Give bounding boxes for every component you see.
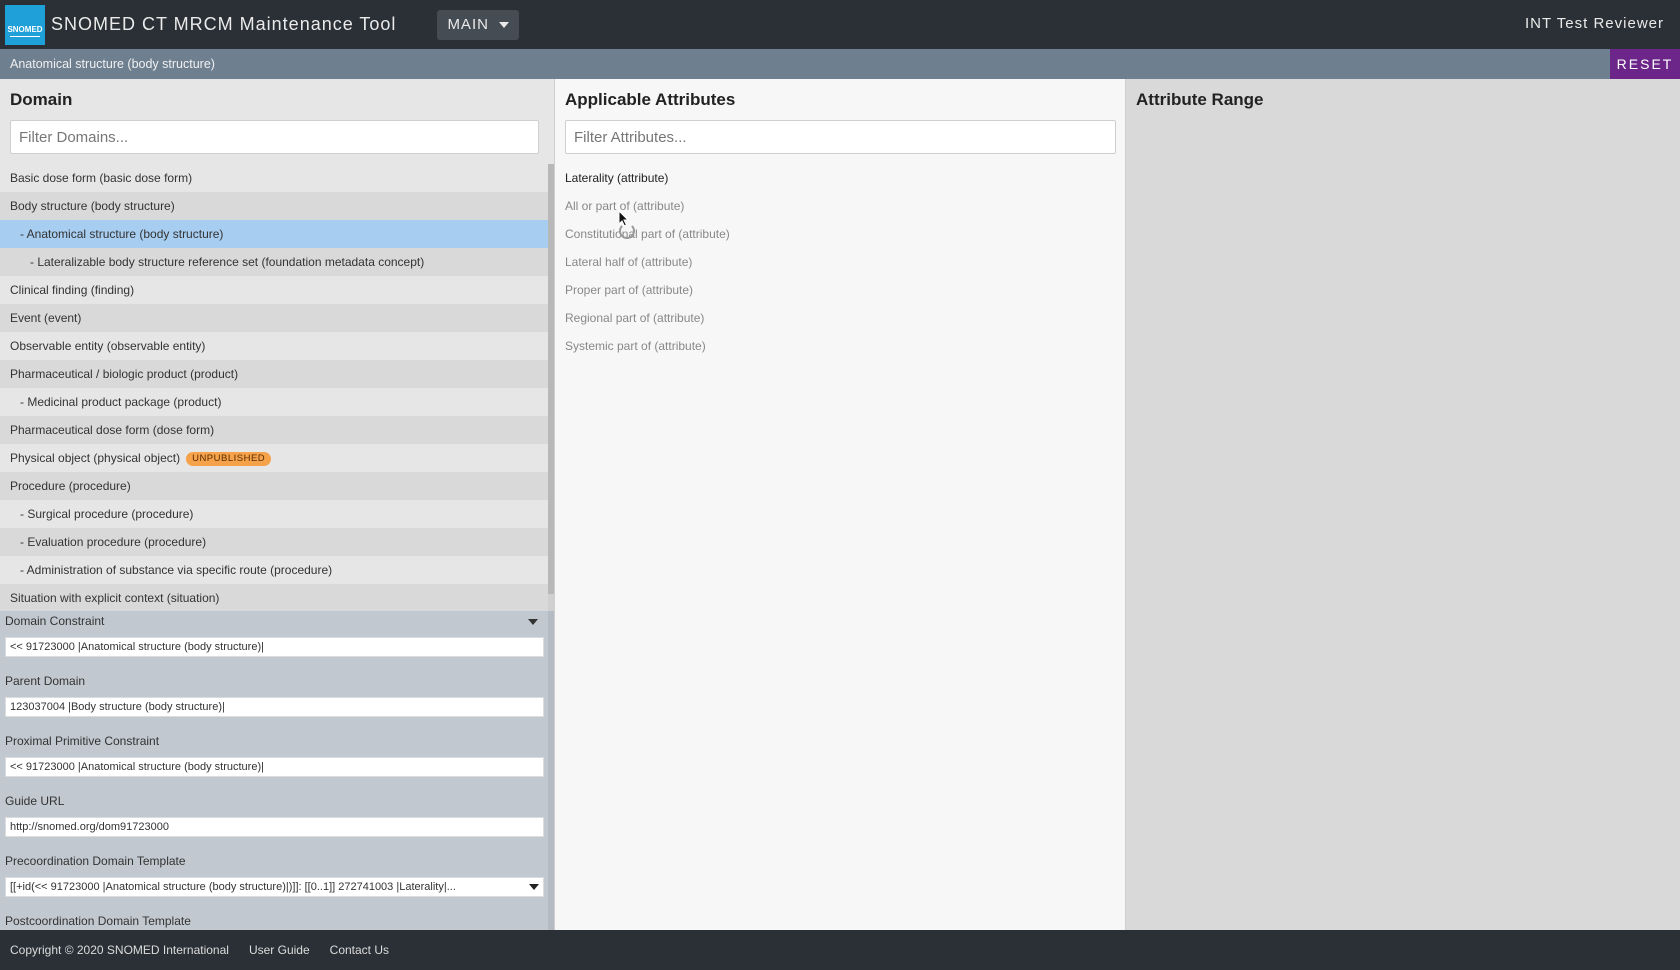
domain-list-item[interactable]: - Anatomical structure (body structure) xyxy=(0,220,548,248)
attribute-list-item[interactable]: Lateral half of (attribute) xyxy=(565,248,1115,276)
app-title: SNOMED CT MRCM Maintenance Tool xyxy=(51,14,397,34)
domain-item-label: Pharmaceutical / biologic product (produ… xyxy=(10,367,239,381)
breadcrumb-bar: Anatomical structure (body structure) RE… xyxy=(0,49,1680,79)
domain-list-item[interactable]: Body structure (body structure) xyxy=(0,192,548,220)
domain-list-item[interactable]: Basic dose form (basic dose form) xyxy=(0,164,548,192)
attribute-range-panel: Attribute Range xyxy=(1126,79,1680,930)
parent-domain-label: Parent Domain xyxy=(5,674,86,688)
guide-url-field[interactable]: http://snomed.org/dom91723000 xyxy=(5,817,544,837)
breadcrumb: Anatomical structure (body structure) xyxy=(10,57,215,71)
domain-details-panel: Domain Constraint << 91723000 |Anatomica… xyxy=(0,611,554,930)
chevron-down-icon xyxy=(498,21,509,28)
domain-list-item[interactable]: - Administration of substance via specif… xyxy=(0,556,548,584)
filter-domains-input[interactable] xyxy=(10,120,539,154)
domain-panel-title: Domain xyxy=(10,90,73,109)
attribute-list-item[interactable]: Constitutional part of (attribute) xyxy=(565,220,1115,248)
domain-item-label: Procedure (procedure) xyxy=(10,479,131,493)
domain-item-label: - Medicinal product package (product) xyxy=(20,395,222,409)
domain-item-label: Situation with explicit context (situati… xyxy=(10,591,220,605)
domain-list-item[interactable]: Procedure (procedure) xyxy=(0,472,548,500)
chevron-down-icon xyxy=(529,884,539,890)
logo-underline xyxy=(10,35,40,37)
status-badge: UNPUBLISHED xyxy=(186,451,272,466)
domain-item-label: Clinical finding (finding) xyxy=(10,283,135,297)
copyright-text: Copyright © 2020 SNOMED International xyxy=(10,943,229,957)
domain-list-item[interactable]: - Lateralizable body structure reference… xyxy=(0,248,548,276)
domain-item-label: Pharmaceutical dose form (dose form) xyxy=(10,423,215,437)
loading-spinner-icon xyxy=(619,223,635,239)
guide-url-label: Guide URL xyxy=(5,794,65,808)
domain-item-label: Observable entity (observable entity) xyxy=(10,339,206,353)
domain-item-label: Body structure (body structure) xyxy=(10,199,175,213)
domain-list-item[interactable]: - Medicinal product package (product) xyxy=(0,388,548,416)
contact-us-link[interactable]: Contact Us xyxy=(330,943,389,957)
attribute-list: Laterality (attribute) All or part of (at… xyxy=(565,164,1115,360)
precoordination-template-value: [[+id(<< 91723000 |Anatomical structure … xyxy=(10,881,456,893)
domain-list-item[interactable]: Event (event) xyxy=(0,304,548,332)
precoordination-template-label: Precoordination Domain Template xyxy=(5,854,186,868)
logo-text: SNOMED xyxy=(7,24,43,34)
domain-constraint-label: Domain Constraint xyxy=(5,614,105,628)
proximal-primitive-field[interactable]: << 91723000 |Anatomical structure (body … xyxy=(5,757,544,777)
attribute-list-item[interactable]: Systemic part of (attribute) xyxy=(565,332,1115,360)
user-name[interactable]: INT Test Reviewer xyxy=(1525,15,1664,32)
domain-list-item[interactable]: Pharmaceutical dose form (dose form) xyxy=(0,416,548,444)
attributes-panel-title: Applicable Attributes xyxy=(565,90,736,109)
chevron-down-icon[interactable] xyxy=(528,619,538,625)
domain-list-item[interactable]: Observable entity (observable entity) xyxy=(0,332,548,360)
domain-list-item[interactable]: Situation with explicit context (situati… xyxy=(0,584,548,612)
domain-item-label: Basic dose form (basic dose form) xyxy=(10,171,193,185)
attribute-list-item[interactable]: Regional part of (attribute) xyxy=(565,304,1115,332)
reset-button[interactable]: RESET xyxy=(1610,49,1680,79)
domain-list-item[interactable]: Physical object (physical object) UNPUBLI… xyxy=(0,444,548,472)
domain-list-item[interactable]: - Surgical procedure (procedure) xyxy=(0,500,548,528)
footer: Copyright © 2020 SNOMED International Us… xyxy=(0,930,1680,970)
top-navbar: SNOMED SNOMED CT MRCM Maintenance Tool M… xyxy=(0,0,1680,49)
domain-item-label: Event (event) xyxy=(10,311,82,325)
proximal-primitive-label: Proximal Primitive Constraint xyxy=(5,734,160,748)
domain-item-label: Physical object (physical object) xyxy=(10,451,181,465)
domain-list-item[interactable]: - Evaluation procedure (procedure) xyxy=(0,528,548,556)
domain-list-item[interactable]: Pharmaceutical / biologic product (produ… xyxy=(0,360,548,388)
parent-domain-field[interactable]: 123037004 |Body structure (body structur… xyxy=(5,697,544,717)
attribute-list-item[interactable]: Laterality (attribute) xyxy=(565,164,1115,192)
snomed-logo[interactable]: SNOMED xyxy=(5,4,45,45)
branch-dropdown-button[interactable]: MAIN xyxy=(437,9,519,40)
attributes-panel: Applicable Attributes Laterality (attrib… xyxy=(554,79,1126,930)
domain-item-label: - Evaluation procedure (procedure) xyxy=(20,535,207,549)
attribute-range-title: Attribute Range xyxy=(1136,90,1264,109)
domain-item-label: - Administration of substance via specif… xyxy=(20,563,333,577)
branch-label: MAIN xyxy=(447,16,489,33)
domain-constraint-field[interactable]: << 91723000 |Anatomical structure (body … xyxy=(5,637,544,657)
domain-item-label: - Anatomical structure (body structure) xyxy=(20,227,224,241)
domain-item-label: - Lateralizable body structure reference… xyxy=(30,255,425,269)
domain-item-label: - Surgical procedure (procedure) xyxy=(20,507,194,521)
precoordination-template-select[interactable]: [[+id(<< 91723000 |Anatomical structure … xyxy=(5,877,544,897)
filter-attributes-input[interactable] xyxy=(565,120,1116,154)
user-guide-link[interactable]: User Guide xyxy=(249,943,310,957)
postcoordination-template-label: Postcoordination Domain Template xyxy=(5,914,191,928)
domain-list-item[interactable]: Clinical finding (finding) xyxy=(0,276,548,304)
attribute-list-item[interactable]: All or part of (attribute) xyxy=(565,192,1115,220)
attribute-list-item[interactable]: Proper part of (attribute) xyxy=(565,276,1115,304)
domain-panel: Domain Basic dose form (basic dose form)… xyxy=(0,79,554,930)
